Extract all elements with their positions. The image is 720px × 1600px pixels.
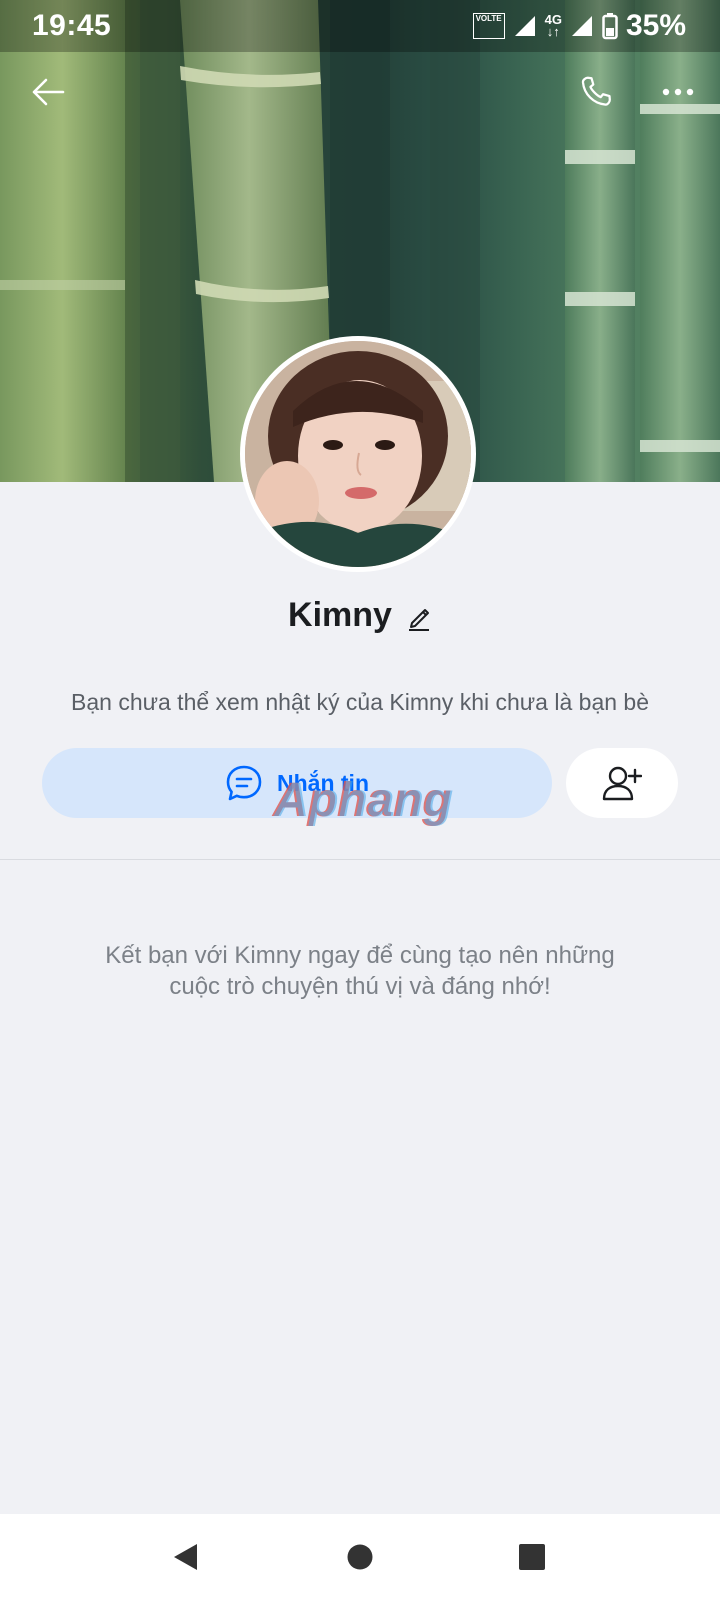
pencil-icon[interactable] — [406, 601, 432, 631]
profile-screen: 19:45 VOLTE 4G ↓↑ 35% Kimny Bạn chưa thể… — [0, 0, 720, 1600]
status-bar: 19:45 VOLTE 4G ↓↑ 35% — [0, 0, 720, 52]
navigation-bar — [0, 1514, 720, 1600]
nav-home-button[interactable] — [335, 1532, 385, 1582]
avatar[interactable] — [240, 336, 476, 572]
divider — [0, 859, 720, 860]
avatar-photo — [245, 341, 471, 567]
more-horizontal-icon — [662, 88, 694, 96]
call-button[interactable] — [568, 64, 624, 120]
nav-recents-button[interactable] — [507, 1532, 557, 1582]
invite-line-2: cuộc trò chuyện thú vị và đáng nhớ! — [169, 973, 551, 1000]
nav-home-icon — [347, 1544, 373, 1570]
status-time: 19:45 — [32, 9, 112, 42]
profile-name: Kimny — [288, 596, 392, 634]
signal-icon — [514, 16, 535, 36]
add-user-icon — [602, 766, 642, 801]
invite-line-1: Kết bạn với Kimny ngay để cùng tạo nên n… — [105, 942, 615, 969]
status-icons: VOLTE 4G ↓↑ 35% — [472, 8, 686, 44]
diary-notice: Bạn chưa thể xem nhật ký của Kimny khi c… — [71, 689, 649, 715]
message-button[interactable]: Nhắn tin — [42, 748, 552, 818]
nav-recents-icon — [519, 1544, 545, 1570]
profile-name-row: Kimny — [0, 596, 720, 635]
invite-text: Kết bạn với Kimny ngay để cùng tạo nên n… — [60, 940, 660, 1002]
nav-back-icon — [174, 1544, 197, 1570]
signal-icon — [571, 16, 592, 36]
phone-icon — [581, 76, 611, 106]
add-friend-button[interactable] — [566, 748, 678, 818]
volte-label: VOLTE — [475, 14, 502, 23]
volte-icon: VOLTE — [472, 13, 505, 39]
arrow-left-icon — [32, 78, 65, 106]
back-button[interactable] — [20, 64, 76, 120]
network-label: 4G — [544, 12, 562, 27]
battery-icon — [602, 13, 618, 40]
avatar-portrait — [245, 341, 471, 567]
4g-icon: 4G ↓↑ — [544, 12, 562, 39]
nav-back-button[interactable] — [160, 1532, 210, 1582]
battery-percent: 35% — [625, 9, 686, 42]
message-button-label: Nhắn tin — [277, 769, 369, 796]
more-button[interactable] — [650, 64, 706, 120]
chat-bubble-icon — [226, 765, 262, 801]
